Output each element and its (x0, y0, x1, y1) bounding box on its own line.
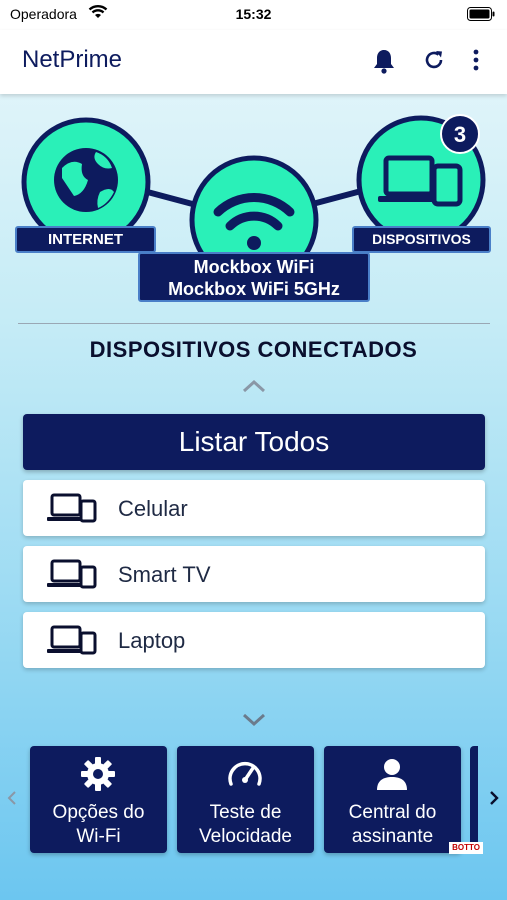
devices-label: DISPOSITIVOS (352, 226, 491, 253)
wifi-name-24ghz: Mockbox WiFi (193, 257, 315, 277)
gear-icon (81, 757, 115, 791)
speed-test-tile[interactable]: Teste de Velocidade (177, 746, 314, 853)
app-title: NetPrime (22, 46, 123, 73)
person-icon (377, 759, 407, 790)
speedometer-icon (228, 761, 262, 786)
more-options-icon[interactable] (470, 48, 482, 77)
chevron-down-icon[interactable] (241, 712, 267, 733)
device-name: Smart TV (118, 562, 211, 587)
device-row-laptop[interactable]: Laptop (23, 612, 485, 668)
status-bar: Operadora 15:32 (0, 0, 507, 30)
clock: 15:32 (235, 6, 272, 22)
devices-icon (47, 493, 97, 528)
divider (18, 323, 490, 324)
wifi-options-tile[interactable]: Opções do Wi-Fi (30, 746, 167, 853)
subscriber-center-tile[interactable]: Central do assinante (324, 746, 461, 853)
section-title: DISPOSITIVOS CONECTADOS (89, 337, 418, 362)
tile-label-line2: Velocidade (199, 826, 292, 847)
internet-label: INTERNET (15, 226, 156, 253)
battery-icon (467, 7, 495, 24)
tile-label-line2: assinante (351, 826, 434, 847)
wifi-network-label: Mockbox WiFi Mockbox WiFi 5GHz (138, 252, 370, 302)
notification-bell-icon[interactable] (372, 48, 396, 79)
device-row-smart-tv[interactable]: Smart TV (23, 546, 485, 602)
device-name: Celular (118, 496, 188, 521)
list-all-button[interactable]: Listar Todos (23, 414, 485, 470)
device-row-celular[interactable]: Celular (23, 480, 485, 536)
next-tile-partial[interactable] (470, 746, 478, 853)
globe-icon (54, 148, 118, 212)
devices-icon (47, 559, 97, 594)
wifi-name-5ghz: Mockbox WiFi 5GHz (168, 279, 340, 299)
app-bar: NetPrime (0, 30, 507, 94)
chevron-up-icon[interactable] (241, 378, 267, 399)
tile-label-line1: Central do (348, 802, 437, 823)
devices-icon (47, 625, 97, 660)
tile-label-line1: Opções do (52, 802, 145, 823)
device-count-badge: 3 (440, 114, 480, 154)
carousel-prev-icon[interactable] (7, 790, 17, 811)
watermark: BOTTO (449, 842, 483, 854)
refresh-icon[interactable] (422, 48, 446, 77)
tile-label-line2: Wi-Fi (76, 826, 121, 847)
device-name: Laptop (118, 628, 186, 653)
tile-label-line1: Teste de (209, 802, 282, 823)
carousel-next-icon[interactable] (489, 790, 499, 811)
